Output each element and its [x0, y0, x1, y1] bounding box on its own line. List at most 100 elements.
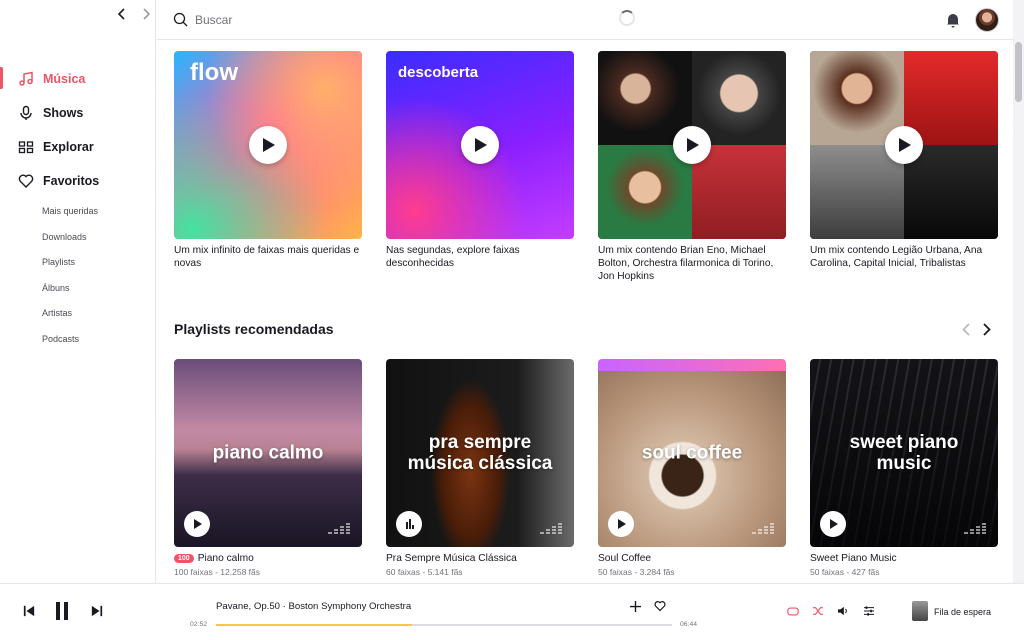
back-arrow-icon[interactable] — [116, 6, 128, 22]
mix-card-descoberta[interactable]: descoberta Nas segundas, explore faixas … — [386, 51, 574, 270]
playlist-cover-title: sweet piano music — [849, 432, 959, 474]
track-title[interactable]: Pavane, Op.50 · Boston Symphony Orchestr… — [216, 601, 411, 612]
cover-tile — [598, 145, 692, 239]
grid-icon — [18, 139, 34, 155]
nav-sub-playlists[interactable]: Playlists — [42, 250, 98, 276]
music-note-icon — [18, 71, 34, 87]
cover-tile — [692, 51, 786, 145]
play-button[interactable] — [673, 126, 711, 164]
main-content: flow Um mix infinito de faixas mais quer… — [157, 41, 1013, 583]
chevron-right-icon — [983, 322, 991, 336]
playlist-name-row: Sweet Piano Music — [810, 553, 998, 564]
progress-fill — [216, 624, 413, 626]
playlist-cover[interactable]: soul coffee — [598, 359, 786, 547]
microphone-icon — [18, 105, 34, 121]
top-bar — [157, 0, 1013, 40]
mix-cover-title: descoberta — [398, 64, 479, 81]
mix-card-flow[interactable]: flow Um mix infinito de faixas mais quer… — [174, 51, 362, 270]
sidebar: Música Shows Explorar Favoritos Mais que… — [0, 0, 156, 583]
play-icon — [617, 519, 626, 529]
equalizer-settings-button[interactable] — [862, 604, 876, 618]
mix-card-artists-2[interactable]: Um mix contendo Legião Urbana, Ana Carol… — [810, 51, 998, 270]
play-button[interactable] — [249, 126, 287, 164]
nav-label: Favoritos — [43, 174, 100, 188]
cover-tile — [904, 51, 998, 145]
search-input[interactable] — [195, 10, 495, 30]
nav-sub-artistas[interactable]: Artistas — [42, 301, 98, 327]
playlist-card-soul-coffee[interactable]: soul coffee Soul Coffee 50 faixas - 3.28… — [598, 359, 786, 577]
repeat-icon — [787, 606, 799, 616]
carousel-prev-button[interactable] — [959, 321, 973, 337]
heart-icon — [654, 601, 666, 612]
chevron-left-icon — [962, 322, 970, 336]
scrollbar-thumb[interactable] — [1015, 42, 1022, 102]
playlist-name[interactable]: Soul Coffee — [598, 553, 651, 564]
add-to-playlist-button[interactable] — [628, 599, 642, 613]
carousel-next-button[interactable] — [980, 321, 994, 337]
favorite-button[interactable] — [653, 599, 667, 613]
playlist-name-row: 100 Piano calmo — [174, 553, 362, 564]
mix-cover[interactable]: flow — [174, 51, 362, 239]
playlist-name[interactable]: Piano calmo — [198, 553, 254, 564]
pause-icon — [56, 602, 68, 620]
history-nav — [116, 6, 152, 22]
nav-sub-albuns[interactable]: Álbuns — [42, 276, 98, 302]
nav-item-shows[interactable]: Shows — [0, 96, 155, 130]
playlist-cover-title: piano calmo — [212, 442, 324, 464]
nav-sub-podcasts[interactable]: Podcasts — [42, 327, 98, 353]
nav-sub-downloads[interactable]: Downloads — [42, 225, 98, 251]
playlist-cover[interactable]: sweet piano music — [810, 359, 998, 547]
mix-card-artists-1[interactable]: Um mix contendo Brian Eno, Michael Bolto… — [598, 51, 786, 284]
nav-sub-mais-queridas[interactable]: Mais queridas — [42, 199, 98, 225]
time-current: 02:52 — [190, 621, 208, 628]
play-icon — [475, 138, 487, 152]
volume-icon — [838, 606, 847, 616]
nav-item-favoritos[interactable]: Favoritos — [0, 164, 155, 198]
playlist-card-pra-sempre[interactable]: pra sempre música clássica Pra Sempre Mú… — [386, 359, 574, 577]
previous-button[interactable] — [22, 604, 36, 618]
player-bar: Pavane, Op.50 · Boston Symphony Orchestr… — [0, 583, 1024, 640]
volume-button[interactable] — [836, 604, 850, 618]
mix-cover[interactable] — [598, 51, 786, 239]
skip-next-icon — [91, 605, 103, 617]
plus-icon — [629, 600, 641, 612]
mix-description: Um mix infinito de faixas mais queridas … — [174, 245, 360, 270]
mix-description: Um mix contendo Brian Eno, Michael Bolto… — [598, 245, 774, 283]
bell-icon[interactable] — [945, 11, 961, 28]
play-icon — [687, 138, 699, 152]
playlist-cover[interactable]: piano calmo — [174, 359, 362, 547]
deezer-logo-icon — [752, 523, 774, 534]
queue-label[interactable]: Fila de espera — [934, 607, 991, 617]
playlist-card-sweet-piano[interactable]: sweet piano music Sweet Piano Music 50 f… — [810, 359, 998, 577]
progress-bar[interactable] — [216, 624, 672, 626]
play-button[interactable] — [184, 511, 210, 537]
library-nav: Mais queridas Downloads Playlists Álbuns… — [42, 199, 98, 353]
heart-icon — [18, 173, 34, 189]
pause-button[interactable] — [396, 511, 422, 537]
playlist-name[interactable]: Sweet Piano Music — [810, 553, 897, 564]
repeat-button[interactable] — [786, 604, 800, 618]
loading-spinner-icon — [619, 10, 635, 26]
next-button[interactable] — [90, 604, 104, 618]
play-button[interactable] — [820, 511, 846, 537]
shuffle-button[interactable] — [811, 604, 825, 618]
nav-item-explorar[interactable]: Explorar — [0, 130, 155, 164]
search-icon — [173, 12, 188, 27]
play-button[interactable] — [461, 126, 499, 164]
playlist-cover[interactable]: pra sempre música clássica — [386, 359, 574, 547]
playlist-cover-title: pra sempre música clássica — [407, 432, 553, 474]
cover-tile — [810, 145, 904, 239]
queue-thumbnail[interactable] — [912, 601, 928, 621]
playlist-card-piano-calmo[interactable]: piano calmo 100 Piano calmo 100 faixas -… — [174, 359, 362, 577]
playlist-name[interactable]: Pra Sempre Música Clássica — [386, 553, 517, 564]
play-button[interactable] — [608, 511, 634, 537]
scrollbar[interactable] — [1013, 0, 1024, 583]
mix-cover[interactable]: descoberta — [386, 51, 574, 239]
avatar[interactable] — [975, 8, 999, 32]
pause-button[interactable] — [52, 600, 72, 622]
mix-cover[interactable] — [810, 51, 998, 239]
nav-item-musica[interactable]: Música — [0, 62, 155, 96]
forward-arrow-icon[interactable] — [140, 6, 152, 22]
play-icon — [263, 138, 275, 152]
play-button[interactable] — [885, 126, 923, 164]
